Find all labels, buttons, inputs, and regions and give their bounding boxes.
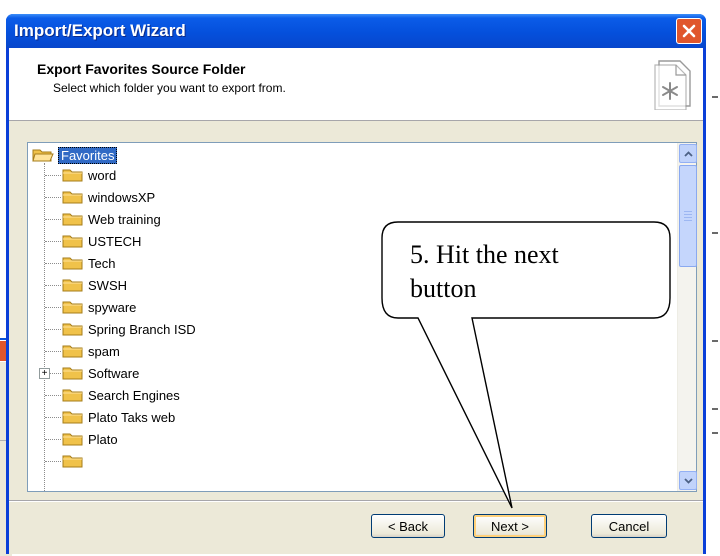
- edge-mark: [712, 232, 718, 234]
- favorites-page-star-icon: [654, 60, 691, 110]
- tree-node-label: word: [88, 167, 117, 183]
- window-title: Import/Export Wizard: [14, 21, 186, 40]
- tree-node-label: windowsXP: [88, 189, 156, 205]
- tree-node-label: Favorites: [58, 146, 118, 164]
- tree-node[interactable]: Search Engines: [62, 385, 180, 405]
- tree-node[interactable]: spam: [62, 341, 120, 361]
- tree-node[interactable]: spyware: [62, 297, 136, 317]
- callout-line-2: button: [410, 274, 477, 303]
- folder-icon: [62, 433, 83, 446]
- folder-icon: [62, 235, 83, 248]
- tree-node-partial[interactable]: [62, 451, 88, 471]
- folder-icon: [62, 257, 83, 270]
- folder-icon: [62, 213, 83, 226]
- edge-mark: [712, 408, 718, 410]
- edge-mark: [712, 340, 718, 342]
- expand-plus-icon[interactable]: +: [39, 368, 50, 379]
- page-title: Export Favorites Source Folder: [37, 61, 246, 77]
- tree-node-label: SWSH: [88, 277, 127, 293]
- thumb-grip: [684, 214, 692, 215]
- chevron-down-icon: [683, 477, 693, 484]
- folder-open-icon: [32, 149, 54, 162]
- back-button[interactable]: < Back: [371, 514, 445, 538]
- background-window-edge: [706, 0, 720, 554]
- tree-node[interactable]: USTECH: [62, 231, 141, 251]
- favorites-tree-view[interactable]: Favorites word windowsXP Web training US…: [27, 142, 697, 492]
- edge-mark: [712, 432, 718, 434]
- chevron-up-icon: [683, 150, 693, 157]
- tree-branch: [45, 417, 61, 418]
- next-button[interactable]: Next >: [473, 514, 547, 538]
- tree-node[interactable]: word: [62, 165, 116, 185]
- button-separator: [9, 500, 703, 502]
- tree-branch: [45, 175, 61, 176]
- tree-guide-line: [44, 163, 45, 491]
- folder-icon: [62, 323, 83, 336]
- tree-node-label: Spring Branch ISD: [88, 321, 196, 337]
- folder-icon: [62, 169, 83, 182]
- folder-icon: [62, 367, 83, 380]
- tree-node[interactable]: windowsXP: [62, 187, 155, 207]
- title-bar[interactable]: Import/Export Wizard: [6, 14, 706, 48]
- thumb-grip: [684, 217, 692, 218]
- close-button[interactable]: [676, 18, 702, 44]
- folder-icon: [62, 301, 83, 314]
- tree-branch: [45, 285, 61, 286]
- tree-branch: [45, 439, 61, 440]
- scroll-thumb[interactable]: [679, 165, 697, 267]
- tree-branch: [45, 307, 61, 308]
- tree-node-label: Software: [88, 365, 140, 381]
- tree-node-label: Search Engines: [88, 387, 180, 403]
- tree-branch: [45, 329, 61, 330]
- folder-icon: [62, 279, 83, 292]
- tree-node-label: Plato Taks web: [88, 409, 176, 425]
- tree-branch: [45, 219, 61, 220]
- tree-node-software[interactable]: Software: [62, 363, 139, 383]
- tree-node-label: USTECH: [88, 233, 142, 249]
- folder-icon: [62, 455, 83, 468]
- scroll-up-button[interactable]: [679, 144, 697, 163]
- folder-icon: [62, 389, 83, 402]
- callout-text: 5. Hit the next button: [410, 238, 650, 306]
- edge-mark: [712, 96, 718, 98]
- wizard-header: Export Favorites Source Folder Select wh…: [9, 48, 703, 121]
- tree-node[interactable]: SWSH: [62, 275, 127, 295]
- scroll-down-button[interactable]: [679, 471, 697, 490]
- thumb-grip: [684, 211, 692, 212]
- tree-node[interactable]: Tech: [62, 253, 115, 273]
- tree-node[interactable]: Web training: [62, 209, 161, 229]
- tree-node-favorites[interactable]: Favorites: [32, 145, 118, 165]
- tree-branch: [45, 461, 61, 462]
- vertical-scrollbar[interactable]: [677, 143, 697, 491]
- folder-icon: [62, 411, 83, 424]
- tree-node[interactable]: Spring Branch ISD: [62, 319, 196, 339]
- tree-node-label: Plato: [88, 431, 118, 447]
- folder-icon: [62, 191, 83, 204]
- tree-branch: [45, 241, 61, 242]
- close-icon: [682, 24, 696, 38]
- cancel-button[interactable]: Cancel: [591, 514, 667, 538]
- tree-node[interactable]: Plato Taks web: [62, 407, 175, 427]
- thumb-grip: [684, 220, 692, 221]
- tree-branch: [45, 395, 61, 396]
- tree-node-label: Tech: [88, 255, 116, 271]
- tree-node-label: spyware: [88, 299, 137, 315]
- tree-node-label: Web training: [88, 211, 161, 227]
- tree-node[interactable]: Plato: [62, 429, 118, 449]
- tree-branch: [45, 263, 61, 264]
- folder-icon: [62, 345, 83, 358]
- callout-line-1: 5. Hit the next: [410, 240, 559, 269]
- tree-list: Favorites word windowsXP Web training US…: [28, 143, 676, 491]
- tree-branch: [45, 197, 61, 198]
- tree-branch: [45, 351, 61, 352]
- page-subtitle: Select which folder you want to export f…: [53, 81, 286, 95]
- tree-node-label: spam: [88, 343, 120, 359]
